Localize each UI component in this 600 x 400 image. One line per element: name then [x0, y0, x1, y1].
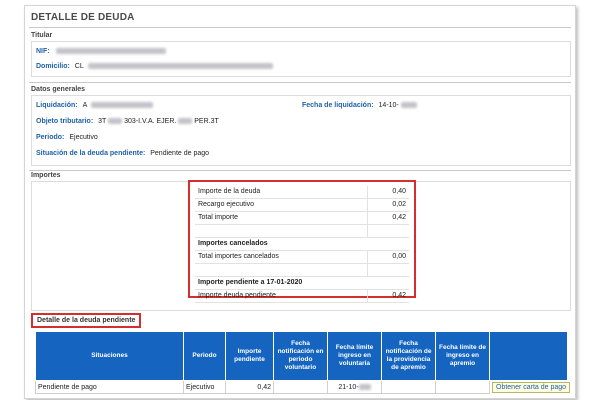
pendiente-heading-row: Importe pendiente a 17-01-2020: [195, 277, 409, 290]
obtener-carta-pago-button[interactable]: Obtener carta de pago: [492, 381, 571, 393]
detalle-deuda-panel: DETALLE DE DEUDA Titular NIF: Domicilio:…: [24, 5, 576, 399]
liquidacion-redacted: [90, 102, 153, 109]
col-situaciones: Situaciones: [35, 331, 184, 381]
pendiente-label: Importe deuda pendiente: [198, 292, 276, 299]
datos-divider: [29, 82, 571, 83]
spacer-row: [195, 264, 409, 277]
col-fecha-limite-apremio: Fecha límite de ingreso en apremio: [435, 331, 490, 381]
total-importe-value: 0,42: [367, 212, 409, 224]
periodo-row: Periodo: Ejecutivo: [36, 134, 98, 141]
nif-row: NIF:: [36, 48, 166, 55]
col-fecha-limite-voluntaria: Fecha límite ingreso en voluntaria: [327, 331, 382, 381]
datos-box: Liquidación: A Fecha de liquidación: 14-…: [31, 95, 571, 166]
detalle-heading: Detalle de la deuda pendiente: [31, 313, 142, 328]
importe-deuda-value: 0,40: [367, 186, 409, 198]
importes-divider: [29, 170, 571, 171]
cell-fecha-limite-apremio: [435, 380, 490, 394]
domicilio-redacted: [88, 63, 274, 70]
fecha-liquidacion-label: Fecha de liquidación:: [302, 102, 374, 109]
col-periodo: Periodo: [183, 331, 226, 381]
periodo-value: Ejecutivo: [69, 134, 98, 141]
importe-row: Total importe 0,42: [195, 212, 409, 225]
objeto-row: Objeto tributario: 3T 303-I.V.A. EJER. P…: [36, 118, 219, 125]
importe-row: Importe deuda pendiente 0,42: [195, 290, 409, 303]
fecha-liquidacion-row: Fecha de liquidación: 14-10-: [302, 102, 417, 109]
pendiente-value: 0,42: [367, 290, 409, 302]
periodo-label: Periodo:: [36, 134, 65, 141]
table-row: Pendiente de pago Ejecutivo 0,42 21-10- …: [35, 380, 571, 394]
importes-heading: Importes: [31, 172, 61, 179]
situacion-row: Situación de la deuda pendiente: Pendien…: [36, 150, 209, 157]
detalle-header-row: Situaciones Periodo Importe pendiente Fe…: [35, 331, 568, 381]
objeto-label: Objeto tributario:: [36, 118, 94, 125]
fecha-limite-vol-text: 21-10-: [338, 383, 359, 391]
objeto-part-c: PER.3T: [194, 118, 219, 125]
cell-fecha-notif-vol: [273, 380, 328, 394]
fecha-liquidacion-value: 14-10-: [378, 102, 399, 109]
situacion-value: Pendiente de pago: [150, 150, 210, 157]
pendiente-heading: Importe pendiente a 17-01-2020: [198, 279, 303, 286]
cancelados-heading-row: Importes cancelados: [195, 238, 409, 251]
datos-heading: Datos generales: [31, 86, 86, 93]
cell-accion: Obtener carta de pago: [490, 381, 571, 394]
col-fecha-notif-voluntario: Fecha notificación en periodo voluntario: [273, 331, 328, 381]
title-divider: [29, 27, 571, 28]
liquidacion-row: Liquidación: A: [36, 102, 153, 109]
fecha-liquidacion-redacted: [400, 102, 417, 109]
objeto-redacted-1: [108, 118, 123, 125]
recargo-value: 0,02: [367, 199, 409, 211]
recargo-label: Recargo ejecutivo: [198, 201, 255, 208]
importe-row: Importe de la deuda 0,40: [195, 186, 409, 199]
col-importe-pendiente: Importe pendiente: [225, 331, 274, 381]
importe-deuda-label: Importe de la deuda: [198, 188, 261, 195]
total-importe-label: Total importe: [198, 214, 239, 221]
cell-periodo: Ejecutivo: [183, 380, 226, 394]
liquidacion-label: Liquidación:: [36, 102, 78, 109]
titular-box: NIF: Domicilio: CL: [31, 41, 571, 77]
domicilio-prefix: CL: [74, 63, 84, 70]
liquidacion-prefix: A: [82, 102, 87, 109]
nif-redacted: [55, 48, 166, 55]
domicilio-label: Domicilio:: [36, 63, 70, 70]
objeto-part-b: 303-I.V.A. EJER.: [124, 118, 177, 125]
objeto-part-a: 3T: [98, 118, 107, 125]
page-title: DETALLE DE DEUDA: [31, 12, 135, 23]
cell-fecha-limite-vol: 21-10-: [327, 380, 382, 394]
importe-row: Total importes cancelados 0,00: [195, 251, 409, 264]
nif-label: NIF:: [36, 48, 50, 55]
cell-fecha-notif-apremio: [381, 380, 436, 394]
importe-row: Recargo ejecutivo 0,02: [195, 199, 409, 212]
cell-situacion: Pendiente de pago: [35, 380, 184, 394]
cell-importe: 0,42: [225, 380, 274, 394]
detalle-table: Situaciones Periodo Importe pendiente Fe…: [35, 331, 571, 394]
importes-table: Importe de la deuda 0,40 Recargo ejecuti…: [188, 180, 416, 303]
titular-heading: Titular: [31, 32, 53, 39]
col-fecha-notif-apremio: Fecha notificación de la providencia de …: [381, 331, 436, 381]
cancelados-value: 0,00: [367, 251, 409, 263]
col-acciones: [489, 331, 568, 381]
spacer-row: [195, 225, 409, 238]
domicilio-row: Domicilio: CL: [36, 63, 274, 70]
cancelados-heading: Importes cancelados: [198, 240, 268, 247]
fecha-limite-vol-redacted: [358, 383, 371, 390]
objeto-redacted-2: [178, 118, 193, 125]
cancelados-label: Total importes cancelados: [198, 253, 279, 260]
situacion-label: Situación de la deuda pendiente:: [36, 150, 146, 157]
